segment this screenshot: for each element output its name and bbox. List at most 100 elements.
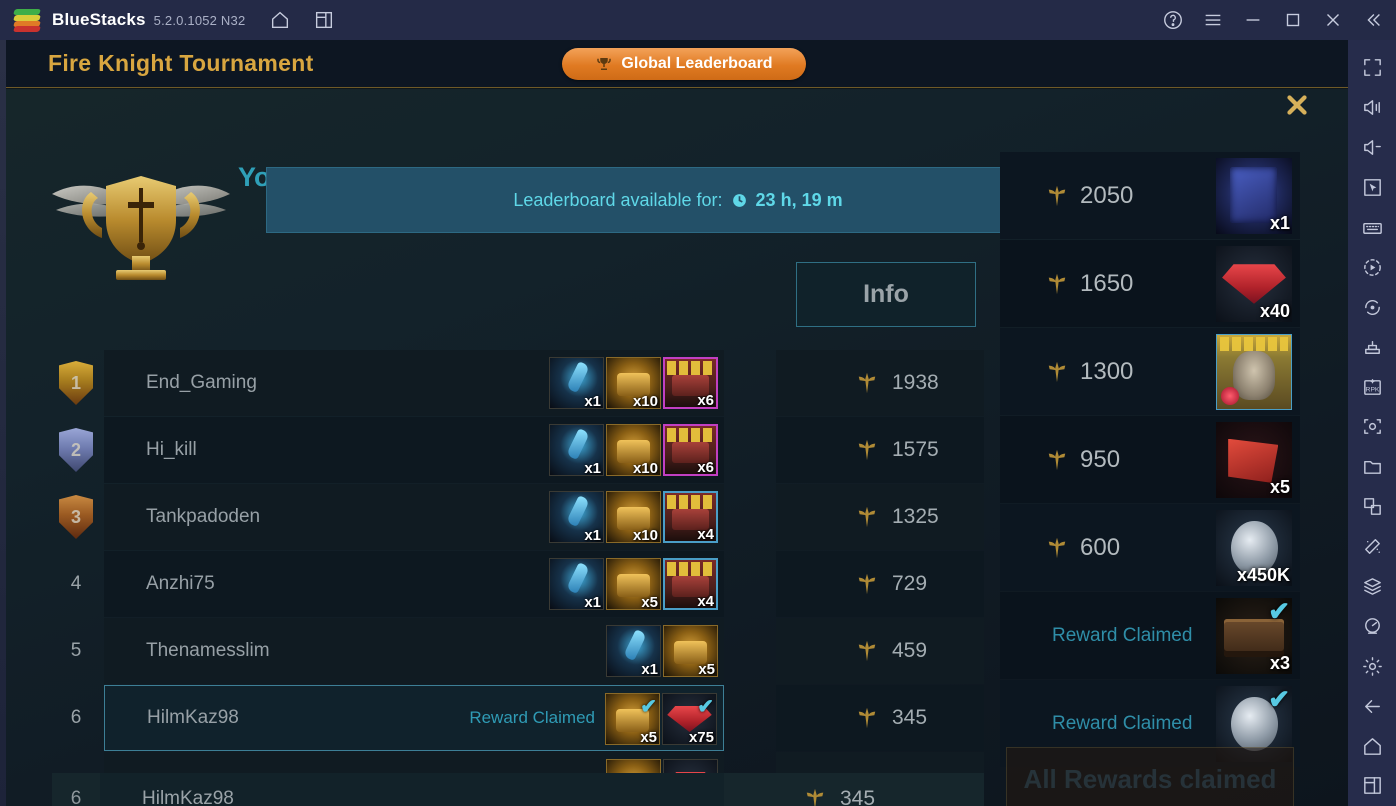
reward-tile[interactable]: x1 <box>549 424 604 476</box>
reward-tile[interactable]: x10 <box>606 357 661 409</box>
table-row[interactable]: 1 End_Gaming x1 x10 x6 1938 <box>52 350 984 416</box>
star-rating-icon <box>667 361 714 375</box>
reward-quantity: x5 <box>641 594 658 610</box>
reward-quantity: x4 <box>697 593 714 610</box>
tier-requirement: 1300 <box>1046 358 1133 386</box>
rank-number: 2 <box>70 439 81 460</box>
score-value: 459 <box>892 639 928 662</box>
bluestacks-sidebar: RPK <box>1348 40 1396 806</box>
tab-global-leaderboard[interactable]: Global Leaderboard <box>562 48 806 80</box>
titlebar: BlueStacks 5.2.0.1052 N32 <box>0 0 1396 40</box>
self-player-name: HilmKaz98 <box>142 788 234 806</box>
reward-tile[interactable]: x1 <box>549 357 604 409</box>
reward-tile[interactable]: x4 <box>663 558 718 610</box>
tier-quantity: x5 <box>1269 477 1290 497</box>
folder-icon[interactable] <box>1352 447 1392 487</box>
tab-label: Global Leaderboard <box>621 55 773 72</box>
bluestacks-window: BlueStacks 5.2.0.1052 N32 Fire Knight To… <box>0 0 1396 806</box>
keyboard-controls-icon[interactable] <box>1352 208 1392 248</box>
leaderboard-list[interactable]: 1 End_Gaming x1 x10 x6 1938 2 Hi_kill x1 x10 x6 157… <box>52 350 984 780</box>
help-icon[interactable] <box>1156 3 1190 37</box>
tier-requirement: 600 <box>1046 534 1120 562</box>
volume-down-icon[interactable] <box>1352 128 1392 168</box>
collapse-icon[interactable] <box>1356 3 1390 37</box>
table-row[interactable]: 5 Thenamesslim x1 x5 459 <box>52 618 984 684</box>
player-name: Hi_kill <box>146 439 197 460</box>
row-rewards: x1 x5 x4 <box>549 558 718 610</box>
rank-badge-bronze: 3 <box>59 495 93 539</box>
volume-up-icon[interactable] <box>1352 88 1392 128</box>
reward-tile[interactable]: x4 <box>663 491 718 543</box>
performance-icon[interactable] <box>1352 606 1392 646</box>
reward-quantity: x1 <box>584 594 601 610</box>
reward-tile[interactable]: x6 <box>663 357 718 409</box>
layers-icon[interactable] <box>1352 567 1392 607</box>
tier-amount: 1650 <box>1080 269 1134 297</box>
reward-tile[interactable]: ✔ x75 <box>662 693 717 745</box>
hamburger-menu-icon[interactable] <box>1196 3 1230 37</box>
screenshot-icon[interactable] <box>1352 407 1392 447</box>
reward-tier-row[interactable]: 950 x5 <box>1000 416 1300 503</box>
reward-quantity: x1 <box>584 393 601 409</box>
score-value: 345 <box>892 706 928 729</box>
reward-tile[interactable]: x1 <box>549 491 604 543</box>
rewards-panel[interactable]: 2050 x1 1650 x40 1300 950 x5 600 x450K Reward Cla… <box>1000 152 1300 767</box>
table-row[interactable]: 2 Hi_kill x1 x10 x6 1575 <box>52 417 984 483</box>
settings-gear-icon[interactable] <box>1352 646 1392 686</box>
macro-play-icon[interactable] <box>1352 247 1392 287</box>
table-row[interactable]: 3 Tankpadoden x1 x10 x4 1325 <box>52 484 984 550</box>
multi-instance-manager-icon[interactable] <box>1352 487 1392 527</box>
points-icon <box>858 506 876 528</box>
reward-tile[interactable]: x1 <box>549 558 604 610</box>
reward-quantity: x6 <box>697 392 714 409</box>
game-viewport: Fire Knight Tournament Global Leaderboar… <box>0 40 1348 806</box>
reward-tile[interactable]: x5 <box>663 625 718 677</box>
rank-number: 6 <box>70 707 82 728</box>
fullscreen-icon[interactable] <box>1352 48 1392 88</box>
reward-quantity: x75 <box>688 729 714 745</box>
tier-claimed-label: Reward Claimed <box>1052 624 1193 646</box>
eco-mode-icon[interactable] <box>1352 527 1392 567</box>
home-icon[interactable] <box>263 3 297 37</box>
home-icon[interactable] <box>1352 726 1392 766</box>
reward-tier-row[interactable]: 600 x450K <box>1000 504 1300 591</box>
tier-reward-icon: x40 <box>1216 246 1292 322</box>
reward-tile[interactable]: ✔ x5 <box>605 693 660 745</box>
reward-tile[interactable]: x10 <box>606 491 661 543</box>
reward-tile[interactable]: x1 <box>606 625 661 677</box>
info-button[interactable]: Info <box>796 262 976 327</box>
multi-instance-icon[interactable] <box>307 3 341 37</box>
player-cell: HilmKaz98 Reward Claimed ✔ x5 ✔ x75 <box>104 685 724 751</box>
rank-badge-gold: 1 <box>59 361 93 405</box>
table-row[interactable]: 6 HilmKaz98 Reward Claimed ✔ x5 ✔ x75 345 <box>52 685 984 751</box>
reward-quantity: x6 <box>697 459 714 476</box>
score-cell: 1325 <box>776 484 984 550</box>
back-arrow-icon[interactable] <box>1352 686 1392 726</box>
rank-cell: 2 <box>52 417 100 483</box>
close-icon[interactable] <box>1316 3 1350 37</box>
bluestacks-logo-icon <box>13 7 41 33</box>
apk-install-icon[interactable]: RPK <box>1352 367 1392 407</box>
rotate-icon[interactable] <box>1352 287 1392 327</box>
reward-tile[interactable]: x6 <box>663 424 718 476</box>
points-icon <box>858 707 876 729</box>
recents-icon[interactable] <box>1352 766 1392 806</box>
close-panel-button[interactable] <box>1282 90 1312 120</box>
cursor-icon[interactable] <box>1352 168 1392 208</box>
gamepad-icon[interactable] <box>1352 327 1392 367</box>
reward-tile[interactable]: x10 <box>606 424 661 476</box>
check-icon: ✔ <box>697 696 714 718</box>
maximize-icon[interactable] <box>1276 3 1310 37</box>
reward-tier-row[interactable]: 2050 x1 <box>1000 152 1300 239</box>
table-row[interactable]: 4 Anzhi75 x1 x5 x4 729 <box>52 551 984 617</box>
reward-tier-row[interactable]: 1300 <box>1000 328 1300 415</box>
player-cell: Hi_kill x1 x10 x6 <box>104 417 724 483</box>
reward-tier-row[interactable]: Reward Claimed ✔ x3 <box>1000 592 1300 679</box>
reward-tier-row[interactable]: 1650 x40 <box>1000 240 1300 327</box>
minimize-icon[interactable] <box>1236 3 1270 37</box>
all-rewards-claimed-button[interactable]: All Rewards claimed <box>1006 747 1294 806</box>
self-score-cell: 345 <box>724 773 984 806</box>
player-name: End_Gaming <box>146 372 257 393</box>
reward-tile[interactable]: x5 <box>606 558 661 610</box>
rank-badge-silver: 2 <box>59 428 93 472</box>
